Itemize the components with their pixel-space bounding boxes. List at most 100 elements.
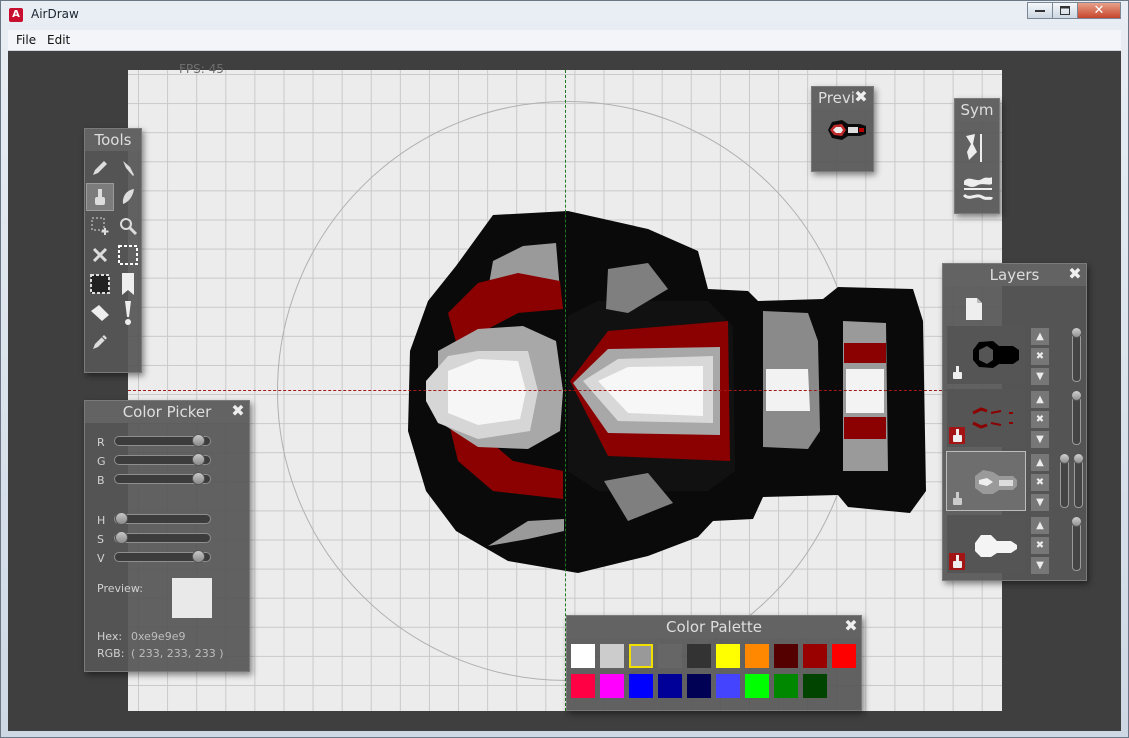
layer-delete-button[interactable]: ✖ [1031,348,1049,365]
layers-close-button[interactable]: ✖ [1067,266,1083,282]
pen-tool[interactable] [115,155,141,181]
layer-opacity-thumb[interactable] [1059,453,1070,464]
h-slider[interactable] [114,512,211,525]
new-layer-button[interactable] [961,294,987,324]
palette-swatch[interactable] [745,674,769,698]
s-slider[interactable] [114,531,211,544]
palette-swatch[interactable] [571,674,595,698]
palette-swatch[interactable] [774,644,798,668]
b-slider-thumb[interactable] [192,472,205,485]
menu-file[interactable]: File [16,33,36,47]
zoom-tool[interactable] [115,213,141,239]
selection-add-tool[interactable] [87,213,113,239]
preview-close-button[interactable]: ✖ [853,89,869,105]
triangle-up-icon: ▲ [1036,331,1044,342]
layer-opacity-slider[interactable] [1071,390,1082,445]
select-subtract-tool[interactable] [87,271,113,297]
minimize-button[interactable] [1027,2,1053,19]
eyedropper-tool[interactable] [87,329,113,355]
pencil-tool[interactable] [87,155,113,181]
palette-swatch[interactable] [571,644,595,668]
exclamation-icon [125,301,131,325]
h-slider-thumb[interactable] [115,512,128,525]
palette-swatch[interactable] [687,644,711,668]
sym-title[interactable]: Sym [955,99,999,121]
triangle-down-icon: ▼ [1036,434,1044,445]
triangle-down-icon: ▼ [1036,371,1044,382]
palette-swatch[interactable] [600,674,624,698]
layer-delete-button[interactable]: ✖ [1031,537,1049,554]
palette-swatch[interactable] [716,644,740,668]
brush-tool[interactable] [86,183,114,211]
b-slider[interactable] [114,472,211,485]
palette-swatch[interactable] [687,674,711,698]
menu-edit[interactable]: Edit [47,33,70,47]
palette-swatch[interactable] [832,644,856,668]
g-slider-thumb[interactable] [192,453,205,466]
layer-item[interactable] [947,389,1025,447]
layer-move-up-button[interactable]: ▲ [1031,454,1049,471]
layer-move-up-button[interactable]: ▲ [1031,328,1049,345]
palette-swatch[interactable] [658,644,682,668]
color-palette-close-button[interactable]: ✖ [843,618,859,634]
layer-opacity-slider[interactable] [1071,516,1082,571]
layer-opacity-thumb[interactable] [1071,327,1082,338]
layer-move-down-button[interactable]: ▼ [1031,368,1049,385]
layer-item[interactable] [947,326,1025,384]
layer-move-up-button[interactable]: ▲ [1031,517,1049,534]
color-palette-title[interactable]: Color Palette [567,616,861,638]
g-slider[interactable] [114,453,211,466]
layer-move-up-button[interactable]: ▲ [1031,391,1049,408]
layer-opacity-thumb[interactable] [1071,390,1082,401]
r-slider-thumb[interactable] [192,434,205,447]
palette-swatch[interactable] [803,674,827,698]
palette-swatch[interactable] [629,644,653,668]
vertical-symmetry-button[interactable] [961,131,995,165]
horizontal-symmetry-button[interactable] [961,171,995,205]
layer-lock-toggle[interactable] [949,490,965,507]
layer-opacity-thumb[interactable] [1071,516,1082,527]
workspace: FPS: 45 Tools Color Picker ✖ R G B H S V… [8,51,1121,731]
layer-move-down-button[interactable]: ▼ [1031,494,1049,511]
layer-move-down-button[interactable]: ▼ [1031,557,1049,574]
close-icon: ✖ [1035,351,1045,362]
layer-opacity-slider[interactable] [1073,453,1084,508]
r-slider[interactable] [114,434,211,447]
v-slider[interactable] [114,550,211,563]
b-label: B [97,474,105,487]
palette-swatch[interactable] [745,644,769,668]
tools-title[interactable]: Tools [85,129,141,151]
v-slider-thumb[interactable] [192,550,205,563]
palette-swatch[interactable] [658,674,682,698]
layer-opacity-slider[interactable] [1059,453,1070,508]
layer-move-down-button[interactable]: ▼ [1031,431,1049,448]
layer-opacity-slider[interactable] [1071,327,1082,382]
title-bar[interactable]: A AirDraw ✕ [1,1,1128,29]
exclamation-tool[interactable] [115,300,141,326]
layers-title[interactable]: Layers [943,264,1086,286]
color-picker-title[interactable]: Color Picker [85,401,249,423]
palette-swatch[interactable] [629,674,653,698]
layer-lock-toggle[interactable] [949,553,965,570]
clear-tool[interactable] [87,242,113,268]
layer-item[interactable] [946,451,1026,511]
select-rect-tool[interactable] [115,242,141,268]
layer-lock-toggle[interactable] [949,364,965,381]
layer-item[interactable] [947,515,1025,573]
palette-swatch[interactable] [716,674,740,698]
maximize-button[interactable] [1052,2,1078,19]
eraser-tool[interactable] [87,300,113,326]
palette-swatch[interactable] [803,644,827,668]
layer-delete-button[interactable]: ✖ [1031,474,1049,491]
palette-swatch[interactable] [600,644,624,668]
s-slider-thumb[interactable] [115,531,128,544]
layer-delete-button[interactable]: ✖ [1031,411,1049,428]
window-title: AirDraw [31,7,79,21]
close-button[interactable]: ✕ [1077,2,1121,19]
layer-lock-toggle[interactable] [949,427,965,444]
bookmark-tool[interactable] [115,271,141,297]
layer-opacity-thumb[interactable] [1073,453,1084,464]
palette-swatch[interactable] [774,674,798,698]
color-picker-close-button[interactable]: ✖ [230,403,246,419]
feather-tool[interactable] [115,184,141,210]
